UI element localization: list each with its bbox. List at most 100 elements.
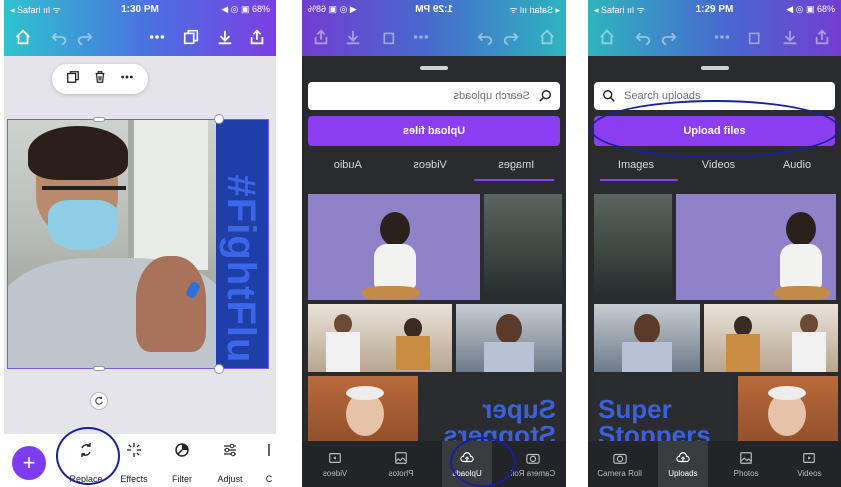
resize-handle-top-right[interactable]: [214, 114, 224, 124]
crop-button[interactable]: C: [254, 442, 276, 484]
crop-icon: [268, 444, 270, 456]
photo-icon: [395, 451, 407, 464]
nav-label: Videos: [797, 468, 822, 478]
nav-uploads[interactable]: Uploads: [657, 441, 708, 487]
search-input[interactable]: Search uploads: [308, 82, 560, 110]
mirrored-layer: ◂ Safari ııl ᯤ 1:29 PM ◀ ◎ ▣ 68% Search …: [302, 0, 566, 487]
portrait-head: [380, 212, 410, 246]
nav-camera-roll[interactable]: Camera Roll: [595, 451, 645, 478]
video-icon: [803, 452, 816, 463]
share-icon[interactable]: [308, 24, 334, 50]
download-icon[interactable]: [340, 24, 366, 50]
upload-thumbnail-man[interactable]: [738, 376, 838, 447]
nav-videos[interactable]: Videos: [310, 451, 360, 478]
cloud-upload-icon: [676, 451, 690, 462]
editor-screen: ◂ Safari ııl ᯤ 1:30 PM ◀ ◎ ▣ 68% #FightF…: [4, 0, 276, 487]
tab-audio[interactable]: Audio: [334, 159, 362, 171]
video-icon: [329, 452, 341, 463]
status-bar: ◂ Safari ııl ᯤ 1:29 PM ◀ ◎ ▣ 68%: [302, 0, 566, 18]
tab-images[interactable]: Images: [618, 159, 654, 171]
adjust-icon: [224, 443, 236, 457]
upload-thumbnail-girl[interactable]: [676, 194, 836, 300]
nav-photos[interactable]: Photos: [721, 451, 771, 478]
annotation-circle-uploads: [450, 437, 516, 487]
more-icon[interactable]: [144, 24, 170, 50]
duplicate-icon[interactable]: [66, 70, 80, 89]
tab-videos[interactable]: Videos: [413, 159, 446, 171]
add-element-button[interactable]: +: [12, 446, 46, 480]
layers-icon[interactable]: [374, 24, 400, 50]
nav-label: Photos: [733, 468, 759, 478]
nav-photos[interactable]: Photos: [376, 451, 426, 478]
undo-icon[interactable]: [46, 24, 72, 50]
layers-icon[interactable]: [743, 24, 769, 50]
redo-icon[interactable]: [656, 24, 682, 50]
upload-thumbnail-girl[interactable]: [308, 194, 480, 300]
more-icon[interactable]: [709, 24, 735, 50]
resize-handle-top[interactable]: [93, 117, 105, 122]
tab-audio[interactable]: Audio: [783, 159, 811, 171]
sheet-grab-handle[interactable]: [420, 66, 448, 70]
tool-label: Filter: [172, 474, 192, 484]
uploads-screen-mirrored: ◂ Safari ııl ᯤ 1:29 PM ◀ ◎ ▣ 68% Search …: [302, 0, 566, 487]
upload-thumbnail-boy[interactable]: [456, 304, 562, 372]
selected-photo-element[interactable]: #FightFlu: [7, 119, 269, 369]
trash-icon[interactable]: [93, 70, 107, 89]
tab-videos[interactable]: Videos: [702, 159, 735, 171]
portrait-head: [334, 314, 352, 334]
status-time: 1:30 PM: [121, 3, 159, 15]
portrait-shirt: [726, 334, 760, 372]
upload-thumbnail-boy[interactable]: [594, 304, 700, 372]
hashtag-text[interactable]: #FightFlu: [217, 144, 265, 368]
filter-button[interactable]: Filter: [160, 442, 204, 484]
nav-label: Videos: [322, 468, 348, 478]
face-mask: [48, 200, 118, 250]
layers-icon[interactable]: [178, 24, 204, 50]
upload-thumbnail-consult[interactable]: [308, 304, 452, 372]
upload-thumbnail-cat[interactable]: [594, 194, 672, 300]
person-arm: [136, 256, 206, 352]
camera-icon: [612, 453, 627, 464]
portrait-shirt: [326, 332, 360, 372]
upload-thumbnail-man[interactable]: [308, 376, 418, 447]
upload-thumbnail-cat[interactable]: [484, 194, 562, 300]
annotation-circle-replace: [56, 427, 120, 485]
editor-toolbar: [302, 18, 566, 56]
portrait-shirt: [622, 342, 672, 372]
upload-thumbnail-super-stoppers[interactable]: Super Stoppers: [594, 376, 734, 447]
portrait-shirt: [374, 244, 416, 288]
more-icon[interactable]: [120, 70, 134, 89]
sheet-grab-handle[interactable]: [700, 66, 729, 70]
nav-videos[interactable]: Videos: [784, 451, 834, 478]
upload-thumbnail-consult[interactable]: [704, 304, 838, 372]
portrait-head: [496, 314, 522, 344]
more-icon[interactable]: [408, 24, 434, 50]
home-icon[interactable]: [10, 24, 36, 50]
download-icon[interactable]: [212, 24, 238, 50]
rotate-handle[interactable]: [90, 392, 108, 410]
upload-files-button[interactable]: Upload files: [308, 116, 560, 146]
home-icon[interactable]: [594, 24, 620, 50]
undo-icon[interactable]: [498, 24, 524, 50]
portrait-shirt: [780, 244, 822, 288]
download-icon[interactable]: [777, 24, 803, 50]
upload-thumbnail-super-stoppers[interactable]: Super Stoppers: [422, 376, 562, 447]
home-icon[interactable]: [534, 24, 560, 50]
share-icon[interactable]: [244, 24, 270, 50]
annotation-ellipse-upload-files: [590, 100, 840, 158]
resize-handle-bottom-right[interactable]: [214, 364, 224, 374]
overlay-text: Super Stoppers: [598, 394, 711, 447]
search-icon: [539, 90, 551, 102]
redo-icon[interactable]: [72, 24, 98, 50]
status-bar: ◂ Safari ııl ᯤ 1:29 PM ◀ ◎ ▣ 68%: [588, 0, 841, 18]
stool-shape: [362, 286, 420, 300]
adjust-button[interactable]: Adjust: [208, 442, 252, 484]
redo-icon[interactable]: [472, 24, 498, 50]
media-tabs: Images Videos Audio: [308, 152, 560, 178]
share-icon[interactable]: [809, 24, 835, 50]
tab-images[interactable]: Images: [498, 159, 534, 171]
undo-icon[interactable]: [630, 24, 656, 50]
glasses: [42, 186, 126, 206]
resize-handle-bottom[interactable]: [93, 366, 105, 371]
editor-bottom-toolbar: + Replace Effects Filter Adjust C: [4, 434, 276, 487]
